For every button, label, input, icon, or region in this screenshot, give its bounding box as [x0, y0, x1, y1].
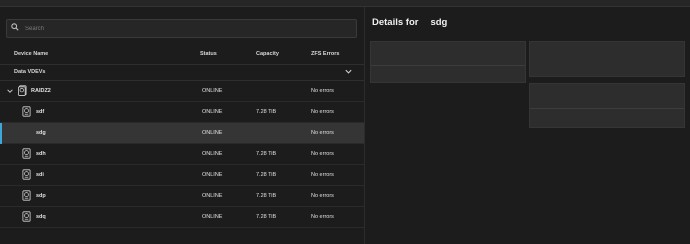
- device-capacity: 7.28 TiB: [256, 193, 277, 199]
- chevron-down-icon[interactable]: [6, 87, 14, 95]
- card-divider: [530, 108, 684, 109]
- table-row[interactable]: sdq ONLINE 7.28 TiB No errors: [0, 207, 364, 228]
- column-zfs-errors[interactable]: ZFS Errors: [311, 51, 339, 57]
- group-row-data-vdevs[interactable]: Data VDEVs: [0, 65, 364, 81]
- search-icon: [11, 23, 19, 31]
- search-input[interactable]: [25, 20, 345, 37]
- details-title: Details for sdg: [372, 17, 447, 28]
- disk-stack-icon: [18, 85, 27, 96]
- details-label: Details for: [372, 17, 419, 28]
- device-capacity: 7.28 TiB: [256, 172, 277, 178]
- table-header: Device Name Status Capacity ZFS Errors: [0, 45, 364, 65]
- column-device-name[interactable]: Device Name: [14, 51, 48, 57]
- device-capacity: 7.28 TiB: [256, 151, 277, 157]
- column-capacity[interactable]: Capacity: [256, 51, 279, 57]
- device-status: ONLINE: [202, 130, 223, 136]
- table-row[interactable]: sdh ONLINE 7.28 TiB No errors: [0, 144, 364, 165]
- device-status: ONLINE: [202, 151, 223, 157]
- details-card-side: [529, 41, 685, 77]
- table-row-vdev[interactable]: RAIDZ2 ONLINE No errors: [0, 81, 364, 102]
- device-status: ONLINE: [202, 214, 223, 220]
- hard-disk-icon: [22, 169, 31, 180]
- details-card-info: [370, 41, 526, 83]
- column-status[interactable]: Status: [200, 51, 217, 57]
- details-device-name: sdg: [430, 17, 448, 28]
- device-errors: No errors: [311, 193, 334, 199]
- device-name: RAIDZ2: [31, 88, 51, 94]
- table-row[interactable]: sdp ONLINE 7.28 TiB No errors: [0, 186, 364, 207]
- card-divider: [371, 65, 525, 66]
- device-errors: No errors: [311, 88, 334, 94]
- top-bar: [0, 0, 690, 7]
- device-errors: No errors: [311, 214, 334, 220]
- device-errors: No errors: [311, 109, 334, 115]
- selection-indicator: [0, 123, 2, 144]
- device-name: sdh: [36, 151, 46, 157]
- device-errors: No errors: [311, 172, 334, 178]
- device-name: sdg: [36, 130, 46, 136]
- table-row-selected[interactable]: sdg ONLINE No errors: [0, 123, 364, 144]
- device-status: ONLINE: [202, 88, 223, 94]
- hard-disk-icon: [22, 211, 31, 222]
- device-status: ONLINE: [202, 109, 223, 115]
- details-card-stats: [529, 83, 685, 128]
- table-row[interactable]: sdf ONLINE 7.28 TiB No errors: [0, 102, 364, 123]
- devices-pane: Device Name Status Capacity ZFS Errors D…: [0, 7, 365, 244]
- device-name: sdi: [36, 172, 44, 178]
- group-label: Data VDEVs: [14, 69, 46, 75]
- hard-disk-icon: [22, 190, 31, 201]
- search-box[interactable]: [6, 19, 357, 38]
- chevron-down-icon[interactable]: [344, 67, 353, 76]
- device-status: ONLINE: [202, 193, 223, 199]
- device-capacity: 7.28 TiB: [256, 109, 277, 115]
- device-errors: No errors: [311, 151, 334, 157]
- device-name: sdq: [36, 214, 46, 220]
- device-capacity: 7.28 TiB: [256, 214, 277, 220]
- device-status: ONLINE: [202, 172, 223, 178]
- device-name: sdp: [36, 193, 46, 199]
- device-errors: No errors: [311, 130, 334, 136]
- hard-disk-icon: [22, 106, 31, 117]
- device-name: sdf: [36, 109, 45, 115]
- table-row[interactable]: sdi ONLINE 7.28 TiB No errors: [0, 165, 364, 186]
- hard-disk-icon: [22, 148, 31, 159]
